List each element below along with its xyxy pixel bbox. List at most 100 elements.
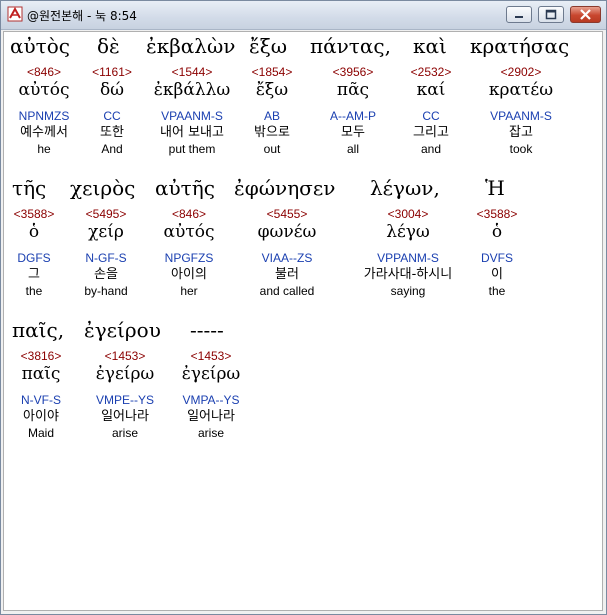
korean-gloss: 아이의 [171,267,207,282]
word-column[interactable]: <3588> ὁ DGFS 그 the [4,208,64,297]
word-column[interactable]: <3004> λέγω VPPANM-S 가라사대-하시니 saying [348,208,468,297]
word-column[interactable]: <1854> ἔξω AB 밖으로 out [242,66,302,155]
greek-word[interactable]: ἐφώνησεν [234,176,335,200]
english-gloss: her [180,284,198,298]
word-column[interactable]: <846> αὐτός NPNMZS 예수께서 he [4,66,84,155]
parsing-code: VPPANM-S [377,251,439,265]
greek-word[interactable]: λέγων, [370,176,440,200]
word-column[interactable]: <846> αὐτός NPGFZS 아이의 her [156,208,222,297]
lemma: ἐγείρω [95,364,155,384]
parsing-code: DVFS [480,251,513,265]
strong-number: <1453> [104,349,146,363]
strong-number: <3588> [13,207,55,221]
greek-word[interactable]: ἔξω [249,34,287,58]
korean-gloss: 손을 [94,267,118,282]
lemma: ἐκβάλλω [153,80,231,100]
lemma: δώ [99,80,125,100]
minimize-button[interactable] [506,6,532,23]
lemma: καί [416,80,446,100]
strong-number: <3588> [476,207,518,221]
title-bar[interactable]: @원전본해 - 눅 8:54 [1,1,606,30]
word-column[interactable]: <2902> κρατέω VPAANM-S 잡고 took [480,66,562,155]
greek-word[interactable]: αὐτὸς [10,34,70,58]
close-button[interactable] [570,6,601,23]
strong-number: <846> [171,207,207,221]
english-gloss: took [509,142,533,156]
greek-word[interactable]: δὲ [97,34,120,58]
korean-gloss: 또한 [100,125,124,140]
english-gloss: he [37,142,51,156]
korean-gloss: 모두 [341,125,365,140]
greek-word[interactable]: πάντας, [310,34,391,58]
korean-gloss: 아이야 [23,409,59,424]
interlinear-view[interactable]: αὐτὸς δὲ ἐκβαλὼν ἔξω πάντας, καὶ κρατήσα… [3,31,603,611]
greek-word[interactable]: τῆς [12,176,46,200]
lemma: παῖς [21,364,61,384]
greek-word[interactable]: ----- [190,318,224,342]
english-gloss: by-hand [84,284,128,298]
lemma: λέγω [386,222,430,242]
maximize-icon [545,9,557,20]
parsing-code: NPNMZS [18,109,70,123]
lemma: κρατέω [488,80,554,100]
strong-number: <3816> [20,349,62,363]
word-column[interactable]: <3816> παῖς N-VF-S 아이야 Maid [8,350,74,439]
korean-gloss: 잡고 [509,125,533,140]
greek-word[interactable]: παῖς, [12,318,64,342]
greek-word[interactable]: ἐγείρου [84,318,161,342]
word-column[interactable]: <1453> ἐγείρω VMPE--YS 일어나라 arise [88,350,162,439]
word-column[interactable]: <5455> φωνέω VIAA--ZS 불러 and called [244,208,330,297]
greek-word[interactable]: αὐτῆς [155,176,215,200]
word-column[interactable]: <3956> πᾶς A--AM-P 모두 all [318,66,388,155]
english-gloss: put them [168,142,216,156]
parsing-code: A--AM-P [330,109,376,123]
window-title: @원전본해 - 눅 8:54 [27,9,137,23]
parsing-code: VPAANM-S [490,109,552,123]
korean-gloss: 이 [491,267,503,282]
lemma: φωνέω [257,222,317,242]
word-column[interactable]: <1161> δώ CC 또한 And [82,66,142,155]
close-icon [580,9,591,20]
lemma: αὐτός [163,222,215,242]
word-column[interactable]: <5495> χείρ N-GF-S 손을 by-hand [72,208,140,297]
english-gloss: all [346,142,359,156]
english-gloss: and called [259,284,315,298]
korean-gloss: 그 [28,267,40,282]
word-column[interactable]: <1453> ἐγείρω VMPA--YS 일어나라 arise [174,350,248,439]
strong-number: <1544> [171,65,213,79]
strong-number: <5455> [266,207,308,221]
lemma: ἐγείρω [181,364,241,384]
english-gloss: arise [197,426,224,440]
parsing-code: CC [103,109,121,123]
english-gloss: out [263,142,281,156]
greek-word[interactable]: καὶ [413,34,447,58]
lemma: ὁ [491,222,503,242]
lemma: ἔξω [255,80,289,100]
english-gloss: the [488,284,506,298]
maximize-button[interactable] [538,6,564,23]
strong-number: <1453> [190,349,232,363]
greek-word[interactable]: χειρὸς [70,176,135,200]
word-column[interactable]: <2532> καί CC 그리고 and [401,66,461,155]
korean-gloss: 예수께서 [20,125,68,140]
minimize-icon [515,16,523,18]
greek-word[interactable]: κρατήσας [470,34,569,58]
strong-number: <2532> [410,65,452,79]
parsing-code: VMPE--YS [95,393,154,407]
parsing-code: AB [263,109,280,123]
greek-word[interactable]: Ἡ [485,176,505,200]
korean-gloss: 일어나라 [101,409,149,424]
strong-number: <3004> [387,207,429,221]
lemma: πᾶς [336,80,370,100]
parsing-code: N-VF-S [21,393,61,407]
word-column[interactable]: <1544> ἐκβάλλω VPAANM-S 내어 보내고 put them [147,66,237,155]
korean-gloss: 그리고 [413,125,449,140]
greek-word[interactable]: ἐκβαλὼν [146,34,235,58]
strong-number: <846> [26,65,62,79]
parsing-code: NPGFZS [164,251,214,265]
strong-number: <5495> [85,207,127,221]
word-column[interactable]: <3588> ὁ DVFS 이 the [472,208,522,297]
korean-gloss: 밖으로 [254,125,290,140]
parsing-code: VMPA--YS [182,393,240,407]
strong-number: <3956> [332,65,374,79]
